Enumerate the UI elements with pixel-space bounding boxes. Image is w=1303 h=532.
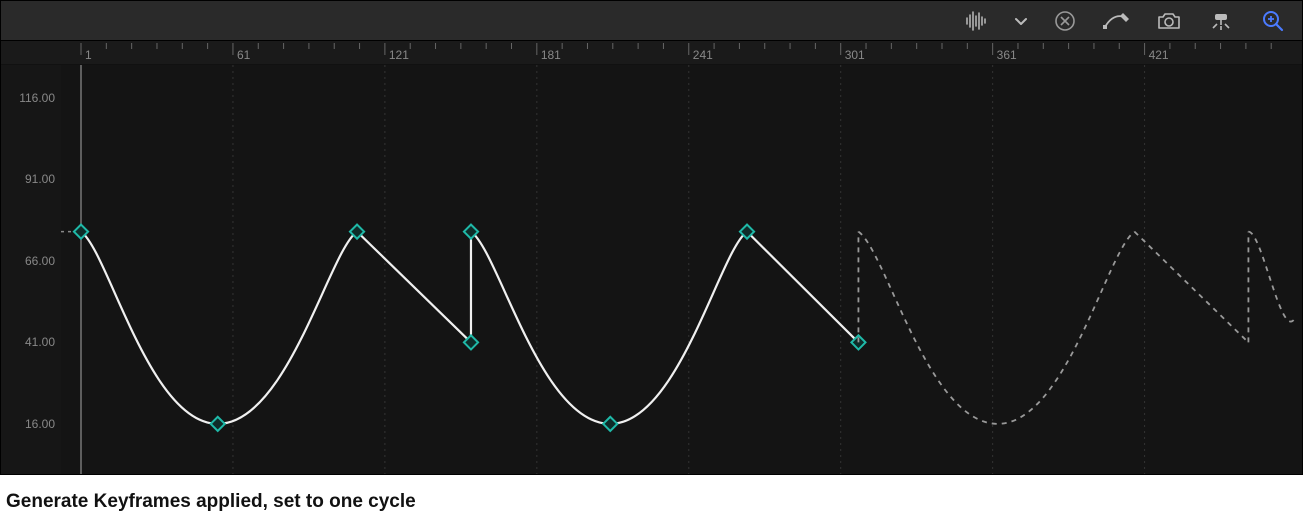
zoom-icon: [1262, 10, 1284, 32]
curve-edit-button[interactable]: [1100, 7, 1134, 35]
toolbar: [1, 1, 1302, 41]
zoom-button[interactable]: [1256, 7, 1290, 35]
camera-icon: [1156, 11, 1182, 31]
ruler-ticks: 1 61 121 181 241 301 361 421: [1, 41, 1302, 65]
keyframe-diamond[interactable]: [211, 417, 225, 431]
snapshot-button[interactable]: [1152, 7, 1186, 35]
ruler-label: 421: [1149, 48, 1169, 62]
keyframe-diamond[interactable]: [603, 417, 617, 431]
clear-circle-icon: [1054, 10, 1076, 32]
snap-icon: [1208, 10, 1234, 32]
active-curve-segment: [81, 232, 357, 424]
ruler-label: 121: [389, 48, 409, 62]
clear-keyframes-button[interactable]: [1048, 7, 1082, 35]
ruler-label: 181: [541, 48, 561, 62]
curve-edit-icon: [1103, 11, 1131, 31]
audio-waveform-icon: [964, 11, 990, 31]
y-axis-label: 16.00: [25, 417, 55, 431]
figure-caption: Generate Keyframes applied, set to one c…: [0, 475, 1303, 513]
snap-button[interactable]: [1204, 7, 1238, 35]
chevron-down-icon: [1014, 16, 1028, 26]
ruler-label: 61: [237, 48, 251, 62]
extrapolated-cycle-segment: [1134, 232, 1248, 343]
active-curve-segment: [747, 232, 858, 343]
curve-svg: [61, 65, 1302, 474]
active-curve-segment: [357, 232, 471, 343]
ruler-label: 1: [85, 48, 92, 62]
ruler-label: 361: [997, 48, 1017, 62]
y-axis-label: 91.00: [25, 172, 55, 186]
y-axis-label: 41.00: [25, 335, 55, 349]
extrapolated-cycle-segment: [1248, 232, 1294, 322]
ruler-label: 301: [845, 48, 865, 62]
extrapolated-cycle-segment: [858, 232, 1134, 424]
graph-area: 16.00 41.00 66.00 91.00 116.00: [1, 65, 1302, 474]
y-axis-label: 116.00: [19, 91, 55, 105]
keyframe-editor: 1 61 121 181 241 301 361 421 16.00 41.00 66.00 91.…: [0, 0, 1303, 475]
audio-waveform-button[interactable]: [960, 7, 994, 35]
audio-menu-button[interactable]: [1012, 7, 1030, 35]
timeline-ruler[interactable]: 1 61 121 181 241 301 361 421: [1, 41, 1302, 65]
ruler-label: 241: [693, 48, 713, 62]
y-axis-label: 66.00: [25, 254, 55, 268]
active-curve-segment: [471, 232, 747, 424]
value-axis: 16.00 41.00 66.00 91.00 116.00: [1, 65, 61, 474]
curve-canvas[interactable]: [61, 65, 1302, 474]
